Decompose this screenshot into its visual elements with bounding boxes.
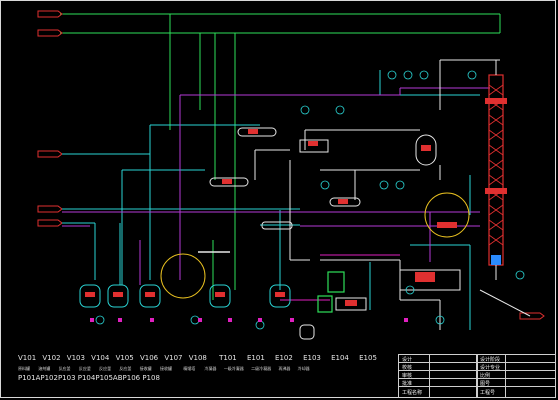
title-block-label: 工程号 — [480, 390, 496, 396]
title-block-label: 设计专业 — [480, 365, 501, 371]
equipment-subtitle: 精馏塔 — [183, 366, 196, 371]
equipment-subtitle: 冷却器 — [297, 366, 310, 371]
title-block-label: 审核 — [402, 373, 413, 379]
equipment-tag: V104 — [91, 354, 110, 362]
equipment-subtitle: 再沸器 — [278, 366, 291, 371]
equipment-tag: E105 — [359, 354, 377, 362]
title-block-label: 批准 — [402, 381, 413, 387]
stream-tag-5 — [37, 219, 63, 227]
equipment-tag-row: V101 V102 V103 V104 V105 V106 V107 V108 … — [18, 354, 377, 362]
stream-tags — [37, 10, 545, 320]
equipment-subtitle: 冷凝器 — [204, 366, 217, 371]
equipment-tag: E101 — [247, 354, 265, 362]
magenta-lines — [280, 254, 400, 301]
equipment-tag: E104 — [331, 354, 349, 362]
stream-tag-2 — [37, 29, 63, 37]
spherical-tank — [424, 192, 470, 238]
stream-tag-6 — [519, 312, 545, 320]
pump-tag-row: P101AP102P103 P104P105ABP106 P108 — [18, 374, 160, 382]
equipment-tag: T101 — [219, 354, 237, 362]
equipment-subtitle: 反应釜 — [58, 366, 71, 371]
title-block-label: 设计 — [402, 357, 413, 363]
stream-tag-4 — [37, 205, 63, 213]
title-block-label: 设计阶段 — [480, 357, 501, 363]
valve-markers — [90, 318, 408, 322]
equipment-tag: V108 — [188, 354, 207, 362]
equipment-tag: V105 — [115, 354, 134, 362]
equipment-subtitle: 溶剂罐 — [38, 366, 51, 371]
stream-tag-1 — [37, 10, 63, 18]
cad-drawing-canvas: V101 V102 V103 V104 V105 V106 V107 V108 … — [0, 0, 558, 400]
title-block-label: 图号 — [480, 381, 491, 387]
equipment-subtitle: 反应釜 — [119, 366, 132, 371]
equipment-subtitle-row: 原料罐 溶剂罐 反应釜 反应釜 反应釜 反应釜 接收罐 接收罐 精馏塔 冷凝器 … — [18, 366, 310, 372]
cyan-lines — [62, 70, 480, 330]
equipment-subtitle: 反应釜 — [78, 366, 91, 371]
green-package-unit — [317, 271, 367, 313]
equipment-subtitle: 二级冷凝器 — [251, 366, 272, 371]
equipment-subtitle: 反应釜 — [99, 366, 112, 371]
title-block-label: 比例 — [480, 373, 491, 379]
reflux-drum — [415, 134, 437, 166]
distillation-column-t101 — [485, 60, 507, 280]
reactor-ring — [160, 240, 230, 300]
equipment-tag: E102 — [275, 354, 293, 362]
title-block-label: 校核 — [402, 365, 413, 371]
equipment-subtitle: 一级冷凝器 — [223, 366, 244, 371]
equipment-tag: V103 — [66, 354, 85, 362]
equipment-subtitle: 接收罐 — [159, 366, 172, 371]
equipment-tag: V107 — [164, 354, 183, 362]
title-block-label: 工程名称 — [402, 390, 423, 396]
stream-tag-3 — [37, 150, 63, 158]
equipment-subtitle: 接收罐 — [139, 366, 152, 371]
process-flow-diagram — [37, 10, 545, 340]
equipment-subtitle: 原料罐 — [18, 366, 30, 371]
equipment-tag: V101 — [18, 354, 37, 362]
equipment-tag: V106 — [139, 354, 159, 362]
equipment-tag: V102 — [42, 354, 61, 362]
purple-lines — [62, 87, 490, 285]
equipment-tag: E103 — [303, 354, 321, 362]
